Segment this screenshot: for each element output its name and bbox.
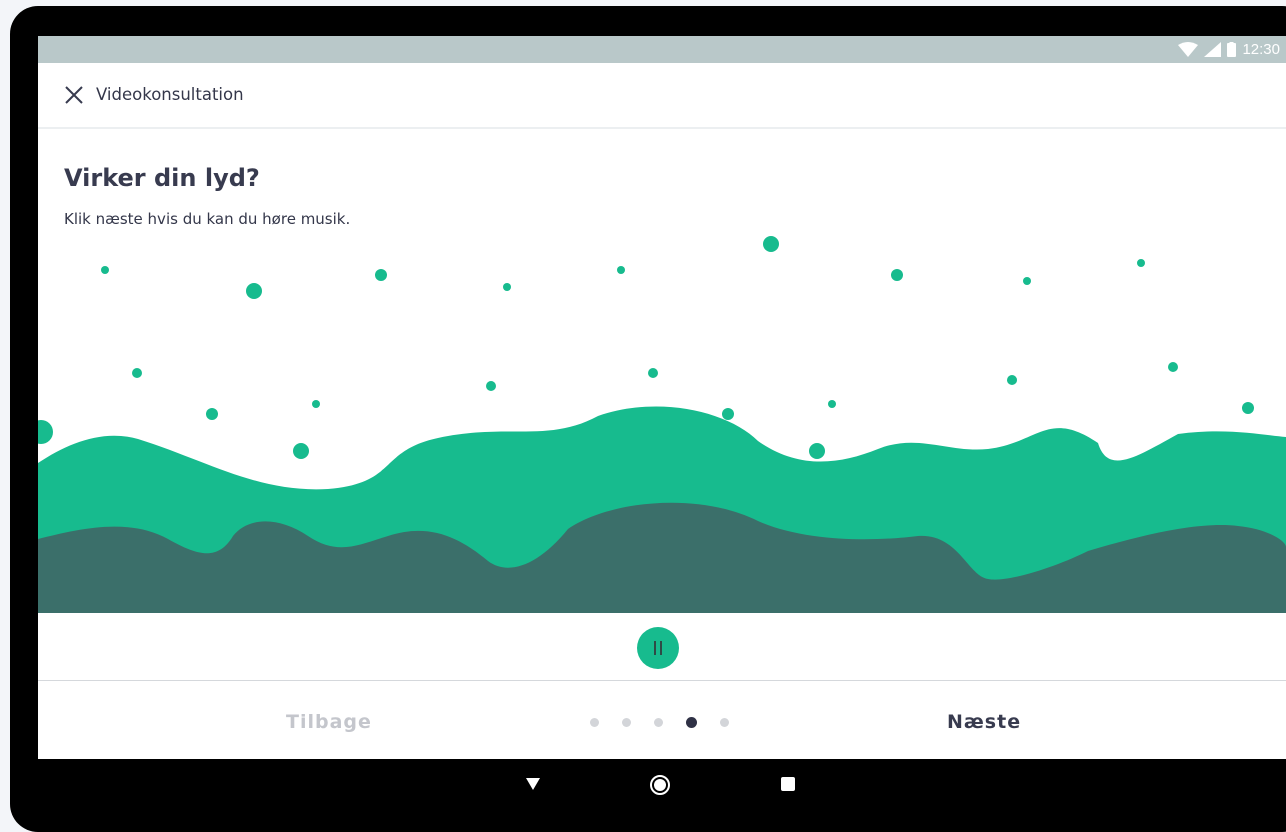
app-bar: Videokonsultation: [38, 63, 1286, 129]
pause-icon-bar: [660, 641, 662, 655]
particle: [1007, 375, 1017, 385]
pause-icon: [654, 641, 656, 655]
wizard-footer: Tilbage Næste: [38, 681, 1286, 759]
page-heading: Virker din lyd?: [64, 164, 260, 192]
particle: [246, 283, 262, 299]
next-button[interactable]: Næste: [947, 711, 1021, 733]
step-dot: [720, 718, 729, 727]
particle: [648, 368, 658, 378]
status-icons: 12:30: [1178, 36, 1280, 63]
back-icon[interactable]: [526, 778, 540, 790]
particle: [101, 266, 109, 274]
wifi-icon: [1178, 42, 1199, 57]
page-instruction: Klik næste hvis du kan du høre musik.: [64, 210, 351, 228]
close-icon[interactable]: [62, 83, 86, 107]
player-controls: [38, 613, 1286, 680]
particle: [891, 269, 903, 281]
back-button[interactable]: Tilbage: [286, 711, 372, 733]
particle: [38, 420, 53, 444]
particle: [293, 443, 309, 459]
signal-icon: [1204, 42, 1222, 57]
particle: [312, 400, 320, 408]
particle: [809, 443, 825, 459]
step-indicator: [590, 717, 729, 728]
step-dot-active: [686, 717, 697, 728]
particle: [1168, 362, 1178, 372]
step-dot: [654, 718, 663, 727]
home-icon[interactable]: [649, 774, 671, 796]
particle: [1137, 259, 1145, 267]
particle: [206, 408, 218, 420]
particle: [617, 266, 625, 274]
app-screen: 12:30 Videokonsultation Virker din lyd? …: [38, 36, 1286, 759]
particle: [503, 283, 511, 291]
particle: [132, 368, 142, 378]
particle: [828, 400, 836, 408]
pause-button[interactable]: [637, 627, 679, 669]
recents-icon[interactable]: [781, 777, 795, 791]
battery-icon: [1227, 42, 1237, 57]
particle: [486, 381, 496, 391]
particle: [1242, 402, 1254, 414]
status-bar: 12:30: [38, 36, 1286, 63]
particle: [763, 236, 779, 252]
particle: [722, 408, 734, 420]
step-dot: [590, 718, 599, 727]
particle: [1023, 277, 1031, 285]
status-time: 12:30: [1242, 41, 1280, 58]
system-nav-bar: [0, 760, 1286, 832]
app-title: Videokonsultation: [96, 85, 244, 104]
step-dot: [622, 718, 631, 727]
particle: [375, 269, 387, 281]
audio-visualizer: [38, 236, 1286, 613]
